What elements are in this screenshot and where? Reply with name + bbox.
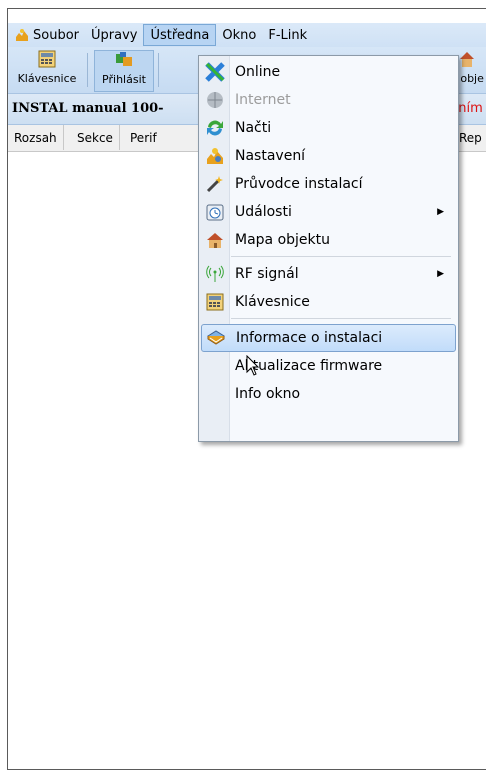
menu-item-nastaveni[interactable]: Nastavení — [201, 142, 454, 170]
tab-periferie[interactable]: Perif — [124, 125, 163, 150]
submenu-arrow-icon: ▶ — [437, 207, 444, 217]
menu-item-klavesnice[interactable]: Klávesnice — [201, 288, 454, 316]
menu-item-label: Průvodce instalací — [235, 176, 363, 192]
menu-item-label: Klávesnice — [235, 294, 310, 310]
login-toolbar-button[interactable]: Přihlásit — [94, 50, 154, 92]
menu-item-info-okno[interactable]: Info okno — [201, 380, 454, 408]
menu-item-online[interactable]: Online — [201, 58, 454, 86]
menu-item-rf-signal[interactable]: RF signál ▶ — [201, 260, 454, 288]
menu-separator — [231, 256, 451, 257]
menu-ustredna[interactable]: Ústředna — [143, 24, 217, 46]
tab-label: Rozsah — [14, 130, 57, 145]
internet-icon — [205, 90, 225, 110]
menu-soubor-label: Soubor — [33, 27, 79, 43]
menu-item-informace-o-instalaci[interactable]: Informace o instalaci — [201, 324, 456, 352]
app-logo-icon — [16, 29, 28, 41]
menu-okno-label: Okno — [222, 27, 257, 43]
app-window: Soubor Úpravy Ústředna Okno F-Link Kláve… — [7, 8, 486, 770]
menu-item-internet[interactable]: Internet — [201, 86, 454, 114]
menu-item-label: Info okno — [235, 386, 301, 402]
ustredna-dropdown-menu: Online Internet Načti Nastavení Průvodce — [198, 55, 459, 442]
menu-item-pruvodce[interactable]: Průvodce instalací — [201, 170, 454, 198]
menu-upravy[interactable]: Úpravy — [85, 24, 143, 46]
login-icon — [116, 52, 132, 66]
house-icon — [460, 52, 474, 67]
tab-rozsah[interactable]: Rozsah — [8, 125, 64, 150]
installation-title: INSTAL manual 100- — [12, 101, 164, 116]
toolbar-separator — [87, 53, 88, 87]
menu-okno[interactable]: Okno — [216, 24, 262, 46]
menu-item-label: Načti — [235, 120, 272, 136]
menu-item-mapa-objektu[interactable]: Mapa objektu — [201, 226, 454, 254]
keyboard-icon — [38, 50, 56, 68]
menu-flink-label: F-Link — [268, 27, 308, 43]
menu-separator — [231, 318, 451, 319]
keyboard-toolbar-label: Klávesnice — [17, 72, 77, 85]
tab-sekce[interactable]: Sekce — [71, 125, 120, 150]
keyboard-toolbar-button[interactable]: Klávesnice — [10, 50, 84, 90]
menu-item-label: RF signál — [235, 266, 299, 282]
load-icon — [205, 118, 225, 138]
login-toolbar-label: Přihlásit — [102, 73, 146, 86]
tab-label: Rep — [459, 130, 482, 145]
wizard-icon — [205, 174, 225, 194]
keyboard-icon — [205, 292, 225, 312]
menu-item-aktualizace-firmware[interactable]: Aktualizace firmware — [201, 352, 454, 380]
info-book-icon — [206, 328, 226, 348]
menu-soubor[interactable]: Soubor — [8, 24, 85, 46]
menu-item-udalosti[interactable]: Události ▶ — [201, 198, 454, 226]
tab-label: Perif — [130, 130, 157, 145]
toolbar-separator — [158, 53, 159, 87]
menu-item-nacti[interactable]: Načti — [201, 114, 454, 142]
menu-ustredna-label: Ústředna — [150, 27, 210, 43]
mouse-cursor-icon — [246, 355, 260, 376]
settings-icon — [205, 146, 225, 166]
events-icon — [205, 202, 225, 222]
menu-item-label: Internet — [235, 92, 291, 108]
menu-item-label: Online — [235, 64, 281, 80]
menu-flink[interactable]: F-Link — [262, 24, 313, 46]
menu-bar: Soubor Úpravy Ústředna Okno F-Link — [8, 23, 486, 47]
online-icon — [205, 62, 225, 82]
rf-signal-icon — [205, 264, 225, 284]
tab-label: Sekce — [77, 130, 113, 145]
menu-item-label: Nastavení — [235, 148, 306, 164]
menu-item-label: Události — [235, 204, 292, 220]
submenu-arrow-icon: ▶ — [437, 269, 444, 279]
menu-item-label: Mapa objektu — [235, 232, 330, 248]
menu-upravy-label: Úpravy — [91, 27, 138, 43]
house-icon — [205, 230, 225, 250]
menu-item-label: Informace o instalaci — [236, 330, 383, 346]
